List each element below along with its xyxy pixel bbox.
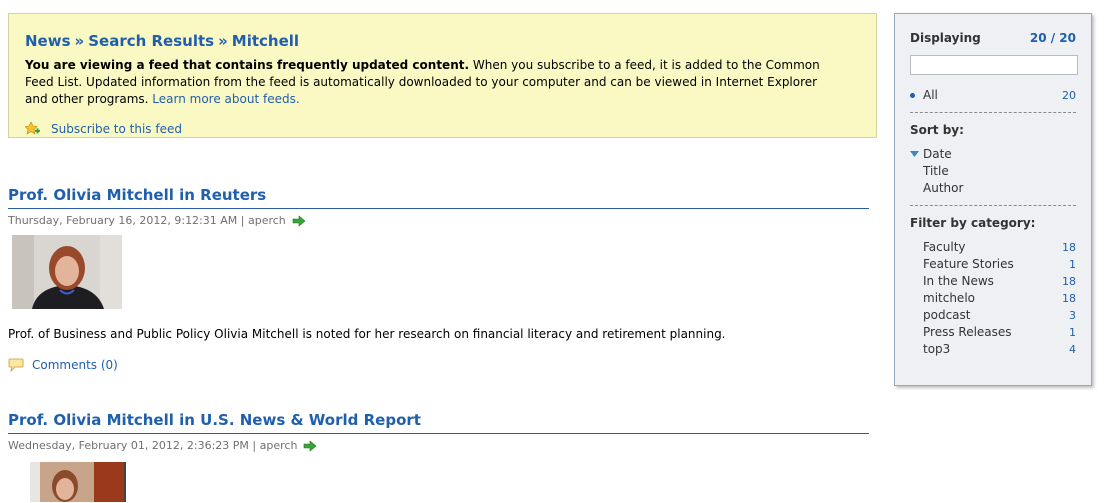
filter-all-label: All <box>923 88 938 102</box>
breadcrumb-mitchell: Mitchell <box>231 32 300 50</box>
breadcrumb-separator: » <box>218 32 228 50</box>
category-name: Feature Stories <box>923 257 1014 271</box>
category-item[interactable]: Feature Stories 1 <box>910 256 1076 273</box>
category-list: Faculty 18 Feature Stories 1 In the News 18… <box>910 239 1076 358</box>
category-name: podcast <box>923 308 971 322</box>
sort-option-author[interactable]: Author <box>910 180 1076 197</box>
sort-by-label: Sort by: <box>910 123 964 137</box>
category-name: top3 <box>923 342 951 356</box>
feed-sidebar: Displaying 20 / 20 All 20 Sort by: Date … <box>894 13 1092 386</box>
filter-all: All <box>910 87 938 104</box>
category-count: 18 <box>1062 292 1076 305</box>
go-arrow-icon[interactable] <box>303 439 317 452</box>
portrait-image <box>12 235 122 309</box>
breadcrumb: News» Search Results» Mitchell <box>25 32 868 51</box>
article-meta: Wednesday, February 01, 2012, 2:36:23 PM… <box>8 438 869 453</box>
feed-info-bold: You are viewing a feed that contains fre… <box>25 58 470 72</box>
article-meta: Thursday, February 16, 2012, 9:12:31 AM … <box>8 213 869 228</box>
comments-link[interactable]: Comments (0) <box>8 358 869 372</box>
category-item[interactable]: Press Releases 1 <box>910 324 1076 341</box>
category-count: 18 <box>1062 275 1076 288</box>
feed-article: Prof. Olivia Mitchell in U.S. News & Wor… <box>8 411 869 502</box>
filter-all-row[interactable]: All 20 <box>910 87 1076 104</box>
category-name: Faculty <box>923 240 966 254</box>
displaying-row: Displaying 20 / 20 <box>910 31 1076 45</box>
category-item[interactable]: mitchelo 18 <box>910 290 1076 307</box>
category-count: 3 <box>1069 309 1076 322</box>
filter-by-category-label: Filter by category: <box>910 216 1036 230</box>
article-photo <box>12 235 122 309</box>
divider <box>910 205 1076 206</box>
sort-descending-icon <box>910 151 919 157</box>
feed-article: Prof. Olivia Mitchell in Reuters Thursda… <box>8 186 869 372</box>
category-item[interactable]: top3 4 <box>910 341 1076 358</box>
article-photo <box>30 462 126 502</box>
category-item[interactable]: In the News 18 <box>910 273 1076 290</box>
sort-option-date[interactable]: Date <box>910 146 1076 163</box>
learn-more-link[interactable]: Learn more about feeds. <box>152 92 299 106</box>
category-item[interactable]: Faculty 18 <box>910 239 1076 256</box>
article-title[interactable]: Prof. Olivia Mitchell in U.S. News & Wor… <box>8 411 869 434</box>
category-count: 4 <box>1069 343 1076 356</box>
subscribe-link[interactable]: Subscribe to this feed <box>25 121 868 137</box>
sort-options: Date Title Author <box>910 146 1076 197</box>
article-title[interactable]: Prof. Olivia Mitchell in Reuters <box>8 186 869 209</box>
category-count: 1 <box>1069 258 1076 271</box>
article-body: Prof. of Business and Public Policy Oliv… <box>8 327 726 341</box>
category-name: Press Releases <box>923 325 1012 339</box>
bullet-icon <box>910 93 915 98</box>
displaying-label: Displaying <box>910 31 981 45</box>
go-arrow-icon[interactable] <box>292 214 306 227</box>
category-count: 1 <box>1069 326 1076 339</box>
filter-all-count: 20 <box>1062 89 1076 102</box>
category-name: In the News <box>923 274 994 288</box>
comments-label: Comments (0) <box>32 358 118 372</box>
divider <box>910 112 1076 113</box>
category-count: 18 <box>1062 241 1076 254</box>
displaying-count: 20 / 20 <box>1029 31 1076 45</box>
breadcrumb-news[interactable]: News <box>25 32 71 50</box>
sort-option-title[interactable]: Title <box>910 163 1076 180</box>
add-feed-icon <box>25 121 40 135</box>
speech-bubble-icon <box>8 358 24 372</box>
sort-option-label: Date <box>923 147 952 161</box>
article-meta-text: Thursday, February 16, 2012, 9:12:31 AM … <box>8 214 286 227</box>
article-title-text: Prof. Olivia Mitchell in U.S. News & Wor… <box>8 411 421 429</box>
article-meta-text: Wednesday, February 01, 2012, 2:36:23 PM… <box>8 439 298 452</box>
feed-info-banner: News» Search Results» Mitchell You are vie… <box>8 13 877 138</box>
category-name: mitchelo <box>923 291 975 305</box>
portrait-image <box>30 462 126 502</box>
search-input[interactable] <box>910 55 1078 75</box>
breadcrumb-search-results[interactable]: Search Results <box>88 32 214 50</box>
breadcrumb-separator: » <box>74 32 85 50</box>
subscribe-label: Subscribe to this feed <box>51 122 182 136</box>
category-item[interactable]: podcast 3 <box>910 307 1076 324</box>
feed-info-text: You are viewing a feed that contains fre… <box>25 57 840 108</box>
article-title-text: Prof. Olivia Mitchell in Reuters <box>8 186 267 204</box>
